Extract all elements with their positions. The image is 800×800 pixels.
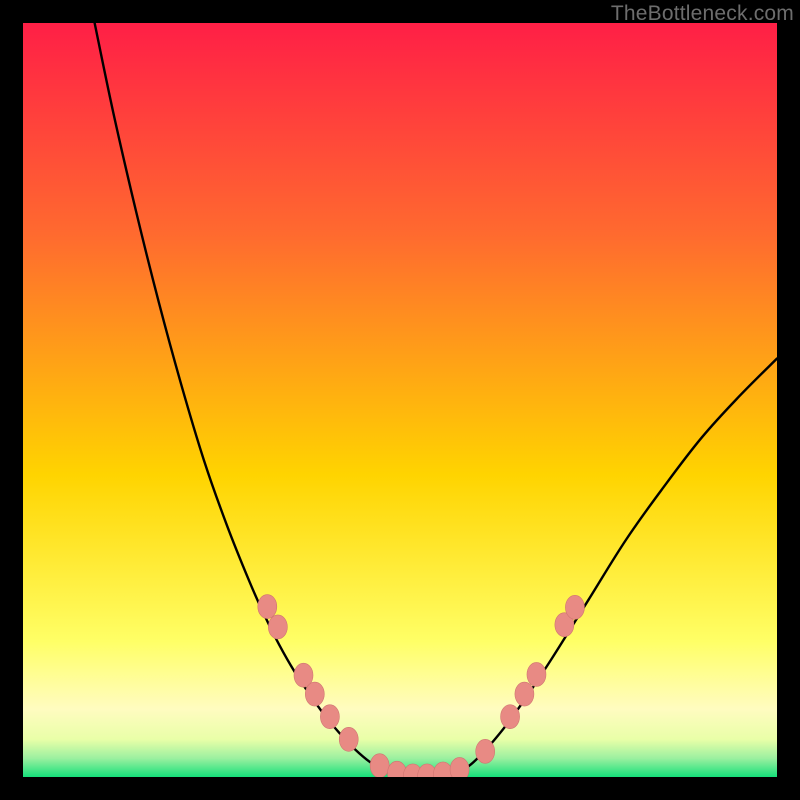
chart-frame [23, 23, 777, 777]
data-marker [370, 754, 389, 777]
data-marker [501, 705, 520, 729]
data-marker [320, 705, 339, 729]
data-marker [476, 739, 495, 763]
data-marker [268, 615, 287, 639]
data-marker [258, 595, 277, 619]
data-marker [515, 682, 534, 706]
data-marker [527, 662, 546, 686]
watermark-text: TheBottleneck.com [611, 2, 794, 26]
gradient-background [23, 23, 777, 777]
bottleneck-chart [23, 23, 777, 777]
data-marker [565, 595, 584, 619]
data-marker [305, 682, 324, 706]
data-marker [339, 727, 358, 751]
